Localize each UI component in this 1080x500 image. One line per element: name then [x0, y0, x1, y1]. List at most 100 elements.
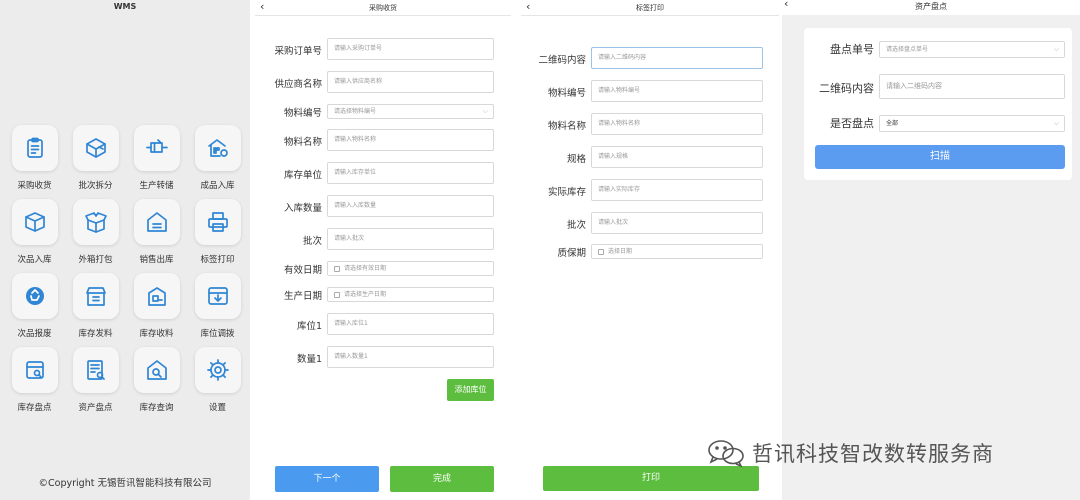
copyright-text: ©Copyright 无锡哲讯智能科技有限公司 — [38, 478, 212, 489]
actual-stock-input[interactable]: 请输入实际库存 — [591, 179, 763, 201]
recycle-icon — [26, 287, 44, 305]
print-button[interactable]: 打印 — [543, 466, 759, 491]
counted-select[interactable]: 全部 ⌵ — [879, 115, 1065, 132]
inbound-qty-input[interactable]: 请输入入库数量 — [327, 195, 494, 217]
done-button[interactable]: 完成 — [390, 466, 494, 492]
spec-input[interactable]: 请输入规格 — [591, 146, 763, 168]
watermark-text: 哲讯科技智改数转服务商 — [752, 442, 994, 466]
house-icon — [147, 212, 167, 232]
gear-icon — [207, 359, 229, 381]
header-bar: ‹ 标签打印 — [521, 0, 779, 16]
count-number-select[interactable]: 请选择盘点单号 ⌵ — [879, 41, 1065, 58]
field-row: 物料名称 请输入物料名称 — [255, 129, 511, 153]
clipboard-icon — [27, 137, 43, 158]
field-row: 实际库存 请输入实际库存 — [521, 179, 779, 203]
field-row: 库位1 请输入库位1 — [255, 313, 511, 337]
field-row: 供应商名称 请输入供应商名称 — [255, 71, 511, 95]
field-row: 物料编号 请选择物料编号 ⌵ — [255, 104, 511, 128]
label-print-panel: ‹ 标签打印 二维码内容 请输入二维码内容 物料编号 请输入物料编号 物料名称 … — [521, 0, 779, 500]
menu-item-label-print[interactable]: 标签打印 — [187, 199, 248, 269]
qty1-input[interactable]: 请输入数量1 — [327, 346, 494, 368]
material-name-input[interactable]: 请输入物料名称 — [327, 129, 494, 151]
page-title: 标签打印 — [636, 4, 664, 12]
field-row: 数量1 请输入数量1 — [255, 346, 511, 370]
field-row: 质保期 选择日期 — [521, 244, 779, 268]
scan-button[interactable]: 扫描 — [815, 145, 1065, 169]
material-name-input[interactable]: 请输入物料名称 — [591, 113, 763, 135]
supplier-name-input[interactable]: 请输入供应商名称 — [327, 71, 494, 93]
chevron-down-icon: ⌵ — [1053, 119, 1059, 127]
header-bar: ‹ 资产盘点 — [782, 0, 1080, 15]
house-search-icon — [147, 360, 167, 380]
watermark: 哲讯科技智改数转服务商 — [706, 437, 1066, 469]
menu-item-sales-outbound[interactable]: 销售出库 — [126, 199, 187, 269]
page-title: 采购收货 — [369, 4, 397, 12]
menu-item-location-transfer[interactable]: 库位调拨 — [187, 273, 248, 343]
field-row: 采购订单号 请输入采购订单号 — [255, 38, 511, 62]
menu-item-defect-inbound[interactable]: 次品入库 — [4, 199, 65, 269]
field-row: 物料编号 请输入物料编号 — [521, 80, 779, 104]
field-row: 有效日期 请选择有效日期 — [255, 261, 511, 285]
page-title: 资产盘点 — [915, 2, 947, 11]
batch-input[interactable]: 请输入批次 — [591, 212, 763, 234]
next-button[interactable]: 下一个 — [275, 466, 379, 492]
calendar-icon — [598, 248, 604, 255]
batch-input[interactable]: 请输入批次 — [327, 228, 494, 250]
app-title: WMS — [113, 2, 137, 11]
field-row: 二维码内容 请输入二维码内容 — [521, 47, 779, 71]
asset-count-panel: ‹ 资产盘点 盘点单号 请选择盘点单号 ⌵ 二维码内容 请输入二维码内容 是否盘点… — [782, 0, 1080, 500]
location1-input[interactable]: 请输入库位1 — [327, 313, 494, 335]
field-row: 批次 请输入批次 — [255, 228, 511, 252]
menu-item-stock-issue[interactable]: 库存发料 — [65, 273, 126, 343]
shelf-box-icon — [148, 287, 166, 306]
add-location-button[interactable]: 添加库位 — [447, 379, 494, 401]
menu-item-asset-count[interactable]: 资产盘点 — [65, 347, 126, 417]
menu-item-purchase-receipt[interactable]: 采购收货 — [4, 125, 65, 195]
production-date-picker[interactable]: 请选择生产日期 — [327, 287, 494, 302]
menu-item-settings[interactable]: 设置 — [187, 347, 248, 417]
open-box-icon — [85, 212, 107, 233]
box-split-icon — [86, 138, 106, 158]
menu-item-carton-packing[interactable]: 外箱打包 — [65, 199, 126, 269]
menu-item-stock-query[interactable]: 库存查询 — [126, 347, 187, 417]
asset-count-form: 盘点单号 请选择盘点单号 ⌵ 二维码内容 请输入二维码内容 是否盘点 全部 ⌵ 扫描 — [804, 28, 1072, 180]
warehouse-icon — [208, 139, 228, 157]
stock-unit-input[interactable]: 请输入库存单位 — [327, 162, 494, 184]
menu-item-defect-scrap[interactable]: 次品报废 — [4, 273, 65, 343]
menu-item-stock-receive[interactable]: 库存收料 — [126, 273, 187, 343]
calendar-icon — [334, 291, 340, 298]
header-bar: ‹ 采购收货 — [255, 0, 511, 16]
printer-icon — [208, 212, 228, 232]
material-number-input[interactable]: 请输入物料编号 — [591, 80, 763, 102]
qr-content-input[interactable]: 请输入二维码内容 — [879, 74, 1065, 99]
field-row: 库存单位 请输入库存单位 — [255, 162, 511, 186]
field-row: 规格 请输入规格 — [521, 146, 779, 170]
menu-item-stock-count[interactable]: 库存盘点 — [4, 347, 65, 417]
wechat-icon — [708, 440, 744, 468]
calendar-icon — [334, 265, 340, 272]
warranty-date-picker[interactable]: 选择日期 — [591, 244, 763, 259]
menu-item-production-transfer[interactable]: 生产转储 — [126, 125, 187, 195]
truck-icon — [146, 139, 168, 153]
store-icon — [86, 287, 106, 306]
menu-item-batch-split[interactable]: 批次拆分 — [65, 125, 126, 195]
asset-list-icon — [87, 360, 105, 380]
transfer-box-icon — [208, 287, 228, 305]
field-row: 是否盘点 全部 ⌵ — [804, 114, 1072, 138]
po-number-input[interactable]: 请输入采购订单号 — [327, 38, 494, 60]
field-row: 入库数量 请输入入库数量 — [255, 195, 511, 219]
field-row: 物料名称 请输入物料名称 — [521, 113, 779, 137]
chevron-down-icon: ⌵ — [482, 107, 488, 115]
purchase-receipt-panel: ‹ 采购收货 采购订单号 请输入采购订单号 供应商名称 请输入供应商名称 物料编… — [255, 0, 511, 500]
field-row: 盘点单号 请选择盘点单号 ⌵ — [804, 40, 1072, 64]
field-row: 生产日期 请选择生产日期 — [255, 287, 511, 311]
field-row: 批次 请输入批次 — [521, 212, 779, 236]
wms-menu-panel: WMS 采购收货 批次拆分 生产转储 成品入库 次品入库 外箱打包 销售出库 标… — [0, 0, 250, 500]
chevron-down-icon: ⌵ — [1053, 45, 1059, 53]
material-number-select[interactable]: 请选择物料编号 ⌵ — [327, 104, 494, 119]
inventory-icon — [26, 361, 44, 379]
field-row: 二维码内容 请输入二维码内容 — [804, 74, 1072, 99]
qr-content-input[interactable]: 请输入二维码内容 — [591, 47, 763, 69]
menu-item-finished-goods-inbound[interactable]: 成品入库 — [187, 125, 248, 195]
expiry-date-picker[interactable]: 请选择有效日期 — [327, 261, 494, 276]
